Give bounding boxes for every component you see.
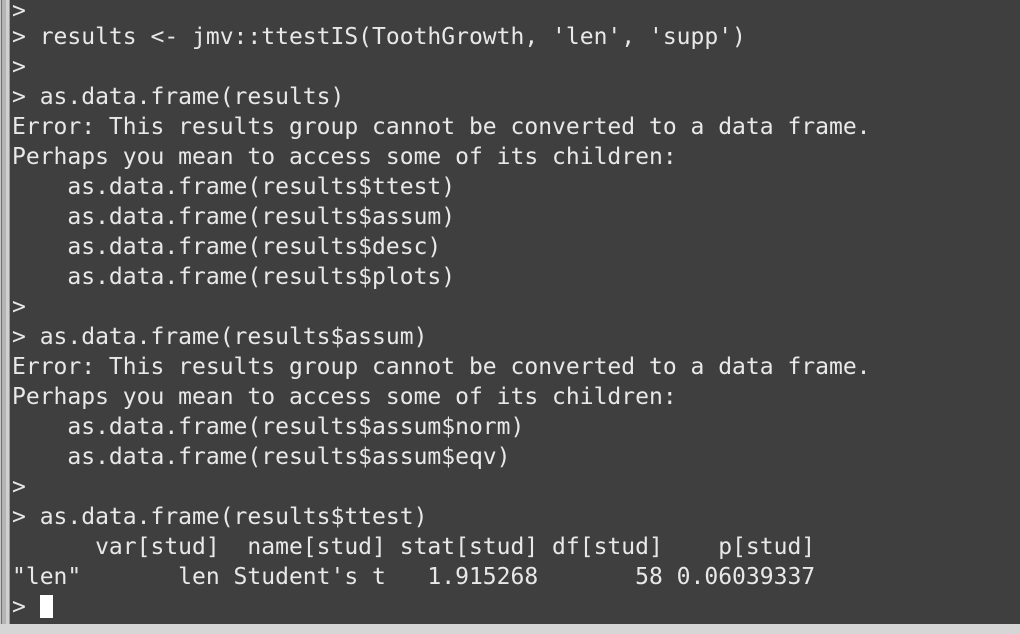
console-line: as.data.frame(results$desc) [12, 234, 442, 260]
console-line: Error: This results group cannot be conv… [12, 354, 871, 380]
console-line: > [12, 474, 26, 500]
console-line: > [12, 54, 26, 80]
table-data-row: "len" len Student's t 1.915268 58 0.0603… [12, 564, 816, 590]
console-output-area[interactable]: > > results <- jmv::ttestIS(ToothGrowth,… [10, 0, 1020, 625]
console-input-line[interactable]: > [10, 592, 1020, 622]
console-left-gutter[interactable] [0, 0, 10, 634]
table-header-row: var[stud] name[stud] stat[stud] df[stud]… [12, 534, 816, 560]
console-line: > as.data.frame(results$assum) [12, 324, 428, 350]
console-line: as.data.frame(results$assum$norm) [12, 414, 525, 440]
console-line: as.data.frame(results$ttest) [12, 174, 456, 200]
scrollbar-thumb[interactable] [2, 0, 6, 634]
text-cursor [39, 595, 53, 618]
console-line: as.data.frame(results$plots) [12, 264, 456, 290]
prompt-symbol: > [12, 594, 40, 620]
console-line: > [12, 294, 26, 320]
console-line: > results <- jmv::ttestIS(ToothGrowth, '… [12, 24, 746, 50]
terminal-window: > > results <- jmv::ttestIS(ToothGrowth,… [0, 0, 1020, 634]
console-line: as.data.frame(results$assum) [12, 204, 456, 230]
console-line: > [12, 0, 26, 24]
console-line: Perhaps you mean to access some of its c… [12, 144, 677, 170]
console-line: Perhaps you mean to access some of its c… [12, 384, 677, 410]
console-line: as.data.frame(results$assum$eqv) [12, 444, 511, 470]
window-bottom-strip [0, 624, 1020, 634]
console-line: > as.data.frame(results$ttest) [12, 504, 428, 530]
console-line: > as.data.frame(results) [12, 84, 345, 110]
console-line: Error: This results group cannot be conv… [12, 114, 871, 140]
